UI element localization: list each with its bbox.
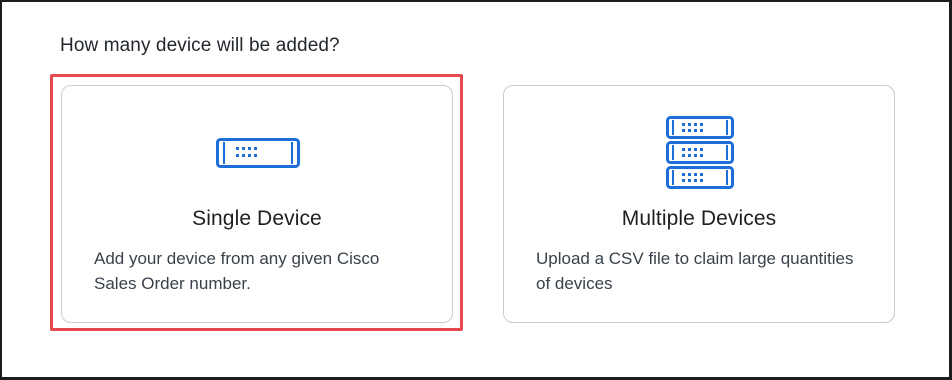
screenshot-frame: How many device will be added? Single De…	[0, 0, 952, 380]
multiple-devices-icon	[666, 116, 734, 195]
single-device-description: Add your device from any given Cisco Sal…	[94, 249, 380, 293]
multiple-devices-description: Upload a CSV file to claim large quantit…	[536, 249, 854, 293]
question-heading: How many device will be added?	[60, 35, 340, 56]
single-device-title: Single Device	[192, 207, 322, 230]
single-device-card[interactable]: Single Device Add your device from any g…	[61, 85, 453, 323]
multiple-devices-title: Multiple Devices	[621, 207, 777, 230]
multiple-devices-card[interactable]: Multiple Devices Upload a CSV file to cl…	[503, 85, 895, 323]
single-device-icon	[216, 138, 300, 173]
